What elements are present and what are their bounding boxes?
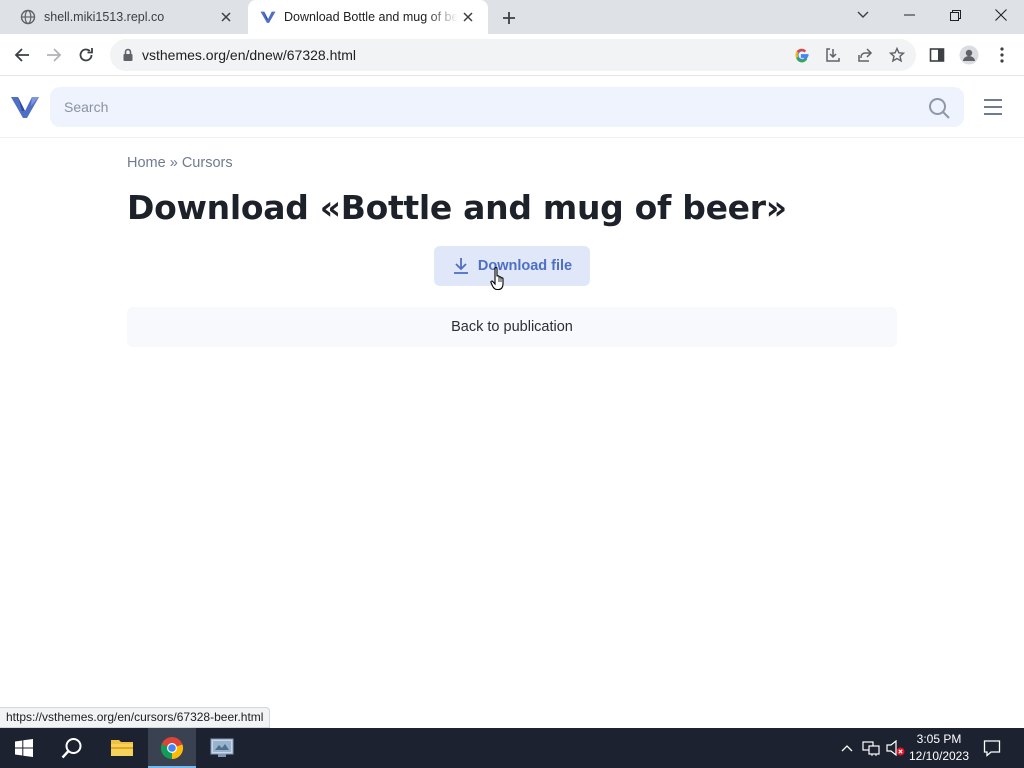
clock-time: 3:05 PM bbox=[916, 732, 962, 746]
screen: shell.miki1513.repl.co Download Bottle a… bbox=[0, 0, 1024, 768]
new-tab-button[interactable] bbox=[498, 7, 520, 29]
page-title: Download «Bottle and mug of beer» bbox=[127, 188, 787, 227]
site-search-bar bbox=[50, 87, 964, 127]
forward-arrow-icon[interactable] bbox=[40, 41, 68, 69]
url-text: vsthemes.org/en/dnew/67328.html bbox=[142, 47, 357, 63]
share-icon[interactable] bbox=[855, 45, 875, 65]
notification-center-icon[interactable] bbox=[978, 728, 1006, 768]
clock-date: 12/10/2023 bbox=[908, 749, 970, 763]
tab-title: shell.miki1513.repl.co bbox=[44, 10, 165, 24]
tab-search-chevron-icon[interactable] bbox=[840, 0, 886, 30]
browser-toolbar: vsthemes.org/en/dnew/67328.html bbox=[0, 34, 1024, 76]
google-lens-icon[interactable] bbox=[792, 45, 812, 65]
back-to-publication-button[interactable]: Back to publication bbox=[127, 307, 897, 347]
show-hidden-icons-chevron-icon[interactable] bbox=[838, 728, 856, 768]
search-icon[interactable] bbox=[48, 728, 96, 768]
tab-vsthemes-download[interactable]: Download Bottle and mug of beer bbox=[248, 0, 488, 34]
back-to-publication-label: Back to publication bbox=[451, 319, 573, 335]
more-menu-icon[interactable] bbox=[991, 44, 1013, 66]
site-header bbox=[0, 77, 1024, 138]
minimize-button[interactable] bbox=[886, 0, 932, 30]
remote-desktop-icon[interactable] bbox=[198, 728, 246, 768]
close-icon[interactable] bbox=[216, 7, 236, 27]
hand-pointer-cursor-icon bbox=[490, 266, 508, 292]
windows-taskbar: 3:05 PM 12/10/2023 bbox=[0, 728, 1024, 768]
address-bar[interactable]: vsthemes.org/en/dnew/67328.html bbox=[110, 39, 916, 71]
search-icon[interactable] bbox=[928, 97, 950, 119]
download-file-button[interactable]: Download file bbox=[434, 246, 590, 286]
breadcrumb-cursors-link[interactable]: Cursors bbox=[182, 155, 233, 171]
vsthemes-logo-icon bbox=[260, 9, 276, 25]
vsthemes-logo-icon[interactable] bbox=[10, 94, 40, 120]
breadcrumb: Home » Cursors bbox=[127, 155, 233, 171]
globe-icon bbox=[20, 9, 36, 25]
back-arrow-icon[interactable] bbox=[8, 41, 36, 69]
side-panel-icon[interactable] bbox=[926, 44, 948, 66]
reload-icon[interactable] bbox=[72, 41, 100, 69]
window-close-button[interactable] bbox=[978, 0, 1024, 30]
taskbar-clock[interactable]: 3:05 PM 12/10/2023 bbox=[903, 731, 975, 765]
start-icon[interactable] bbox=[0, 728, 48, 768]
tab-strip: shell.miki1513.repl.co Download Bottle a… bbox=[0, 0, 1024, 34]
network-icon[interactable] bbox=[860, 728, 882, 768]
profile-avatar-icon[interactable] bbox=[958, 44, 980, 66]
hamburger-menu-icon[interactable] bbox=[982, 97, 1004, 117]
status-bar-url: https://vsthemes.org/en/cursors/67328-be… bbox=[0, 707, 271, 728]
bookmark-star-icon[interactable] bbox=[887, 45, 907, 65]
install-app-icon[interactable] bbox=[823, 45, 843, 65]
site-search-input[interactable] bbox=[64, 87, 914, 127]
chrome-icon[interactable] bbox=[148, 728, 196, 768]
download-icon bbox=[452, 257, 470, 275]
restore-button[interactable] bbox=[932, 0, 978, 30]
tab-shell-repl[interactable]: shell.miki1513.repl.co bbox=[8, 0, 246, 34]
file-explorer-icon[interactable] bbox=[98, 728, 146, 768]
lock-icon bbox=[120, 47, 136, 63]
tab-title: Download Bottle and mug of beer bbox=[284, 10, 458, 24]
close-icon[interactable] bbox=[458, 7, 478, 27]
breadcrumb-home-link[interactable]: Home bbox=[127, 155, 166, 171]
breadcrumb-separator: » bbox=[169, 155, 178, 171]
